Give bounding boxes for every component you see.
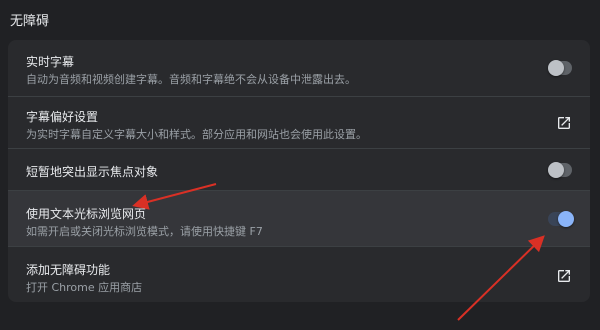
section-title: 无障碍 xyxy=(10,14,50,29)
live-caption-toggle[interactable] xyxy=(548,60,572,76)
setting-description: 如需开启或关闭光标浏览模式，请使用快捷键 F7 xyxy=(26,225,263,238)
setting-row-caption-preferences[interactable]: 字幕偏好设置 为实时字幕自定义字幕大小和样式。部分应用和网站也会使用此设置。 xyxy=(8,96,590,148)
toggle-knob xyxy=(558,211,574,227)
toggle-knob xyxy=(548,60,564,76)
toggle-knob xyxy=(548,162,564,178)
setting-row-focus-highlight[interactable]: 短暂地突出显示焦点对象 xyxy=(8,148,590,190)
setting-description: 打开 Chrome 应用商店 xyxy=(26,281,143,294)
caret-browsing-toggle[interactable] xyxy=(544,209,578,229)
setting-title: 添加无障碍功能 xyxy=(26,263,111,277)
setting-row-add-accessibility-features[interactable]: 添加无障碍功能 打开 Chrome 应用商店 xyxy=(8,246,590,302)
setting-description: 自动为音频和视频创建字幕。音频和字幕绝不会从设备中泄露出去。 xyxy=(26,73,356,86)
setting-row-caret-browsing[interactable]: 使用文本光标浏览网页 如需开启或关闭光标浏览模式，请使用快捷键 F7 xyxy=(8,190,590,246)
setting-row-live-caption[interactable]: 实时字幕 自动为音频和视频创建字幕。音频和字幕绝不会从设备中泄露出去。 xyxy=(8,40,590,96)
setting-title: 短暂地突出显示焦点对象 xyxy=(26,165,159,179)
focus-highlight-toggle[interactable] xyxy=(548,162,572,178)
setting-title: 实时字幕 xyxy=(26,55,75,69)
open-in-new-icon[interactable] xyxy=(556,268,572,284)
open-in-new-icon[interactable] xyxy=(556,115,572,131)
accessibility-settings-card: 实时字幕 自动为音频和视频创建字幕。音频和字幕绝不会从设备中泄露出去。 字幕偏好… xyxy=(8,40,590,302)
setting-title: 字幕偏好设置 xyxy=(26,110,99,124)
setting-title: 使用文本光标浏览网页 xyxy=(26,207,147,221)
settings-page: 无障碍 实时字幕 自动为音频和视频创建字幕。音频和字幕绝不会从设备中泄露出去。 … xyxy=(0,0,600,330)
setting-description: 为实时字幕自定义字幕大小和样式。部分应用和网站也会使用此设置。 xyxy=(26,128,367,141)
